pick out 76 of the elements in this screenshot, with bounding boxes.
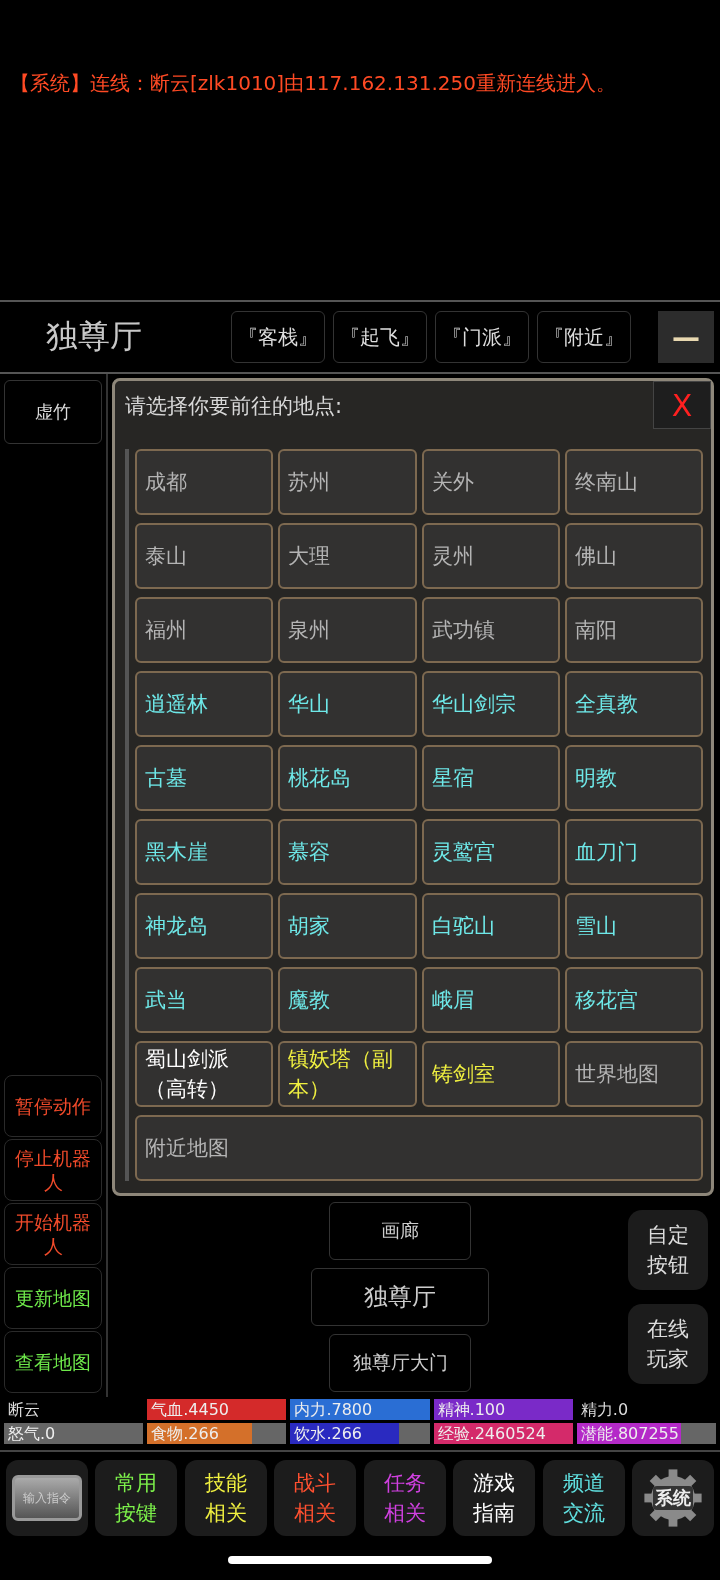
menu-button[interactable]: — bbox=[658, 311, 714, 363]
location-button[interactable]: 南阳 bbox=[564, 597, 703, 663]
action-button[interactable]: 更新地图 bbox=[4, 1267, 102, 1329]
shortcut-button[interactable]: 『起飞』 bbox=[333, 311, 427, 363]
exit-button[interactable]: 画廊 bbox=[329, 1202, 471, 1260]
location-button[interactable]: 华山剑宗 bbox=[421, 671, 560, 737]
location-button[interactable]: 星宿 bbox=[421, 745, 560, 811]
location-button[interactable]: 桃花岛 bbox=[278, 745, 417, 811]
location-button[interactable]: 古墓 bbox=[135, 745, 274, 811]
location-button[interactable]: 福州 bbox=[135, 597, 274, 663]
home-indicator[interactable] bbox=[228, 1556, 492, 1564]
location-button[interactable]: 华山 bbox=[278, 671, 417, 737]
room-title: 独尊厅 bbox=[45, 316, 143, 357]
action-button[interactable]: 查看地图 bbox=[4, 1331, 102, 1393]
shortcut-button[interactable]: 『门派』 bbox=[435, 311, 529, 363]
nav-button[interactable]: 频道 交流 bbox=[542, 1460, 625, 1536]
location-button[interactable]: 世界地图 bbox=[564, 1041, 703, 1107]
nav-button[interactable]: 任务 相关 bbox=[363, 1460, 446, 1536]
shortcut-button[interactable]: 『附近』 bbox=[537, 311, 631, 363]
nav-button[interactable]: 常用 按键 bbox=[95, 1460, 178, 1536]
location-button[interactable]: 铸剑室 bbox=[421, 1041, 560, 1107]
location-button[interactable]: 白驼山 bbox=[421, 893, 560, 959]
stat-bar: 食物.266 bbox=[147, 1423, 287, 1444]
scroll-bar[interactable] bbox=[125, 449, 129, 1181]
stat-bar: 怒气.0 bbox=[4, 1423, 144, 1444]
location-button[interactable]: 胡家 bbox=[278, 893, 417, 959]
location-button[interactable]: 魔教 bbox=[278, 967, 417, 1033]
action-button[interactable]: 暂停动作 bbox=[4, 1075, 102, 1137]
npc-button[interactable]: 虚竹 bbox=[4, 380, 102, 444]
location-button[interactable]: 灵鹫宫 bbox=[421, 819, 560, 885]
stat-label: 断云 bbox=[7, 1399, 41, 1420]
side-button[interactable]: 在线玩家 bbox=[628, 1304, 708, 1384]
stat-bar: 潜能.807255 bbox=[576, 1423, 716, 1444]
stat-bar: 内力.7800 bbox=[290, 1399, 430, 1420]
location-button[interactable]: 泰山 bbox=[135, 523, 274, 589]
dialog-title: 请选择你要前往的地点: bbox=[125, 393, 343, 420]
location-button[interactable]: 武功镇 bbox=[421, 597, 560, 663]
action-button[interactable]: 停止机器人 bbox=[4, 1139, 102, 1201]
location-button[interactable]: 黑木崖 bbox=[135, 819, 274, 885]
location-button[interactable]: 关外 bbox=[421, 449, 560, 515]
location-button[interactable]: 蜀山剑派（高转） bbox=[135, 1041, 274, 1107]
stat-bar: 气血.4450 bbox=[147, 1399, 287, 1420]
location-button[interactable]: 附近地图 bbox=[135, 1115, 703, 1181]
location-button[interactable]: 全真教 bbox=[564, 671, 703, 737]
nav-button[interactable]: 游戏 指南 bbox=[453, 1460, 536, 1536]
location-button[interactable]: 明教 bbox=[564, 745, 703, 811]
shortcut-button[interactable]: 『客栈』 bbox=[231, 311, 325, 363]
location-button[interactable]: 峨眉 bbox=[421, 967, 560, 1033]
nav-button[interactable]: 战斗 相关 bbox=[274, 1460, 357, 1536]
location-button[interactable]: 终南山 bbox=[564, 449, 703, 515]
close-button[interactable]: X bbox=[653, 381, 711, 429]
location-button[interactable]: 灵州 bbox=[421, 523, 560, 589]
location-button[interactable]: 移花宫 bbox=[564, 967, 703, 1033]
location-button[interactable]: 成都 bbox=[135, 449, 274, 515]
location-button[interactable]: 逍遥林 bbox=[135, 671, 274, 737]
location-button[interactable]: 慕容 bbox=[278, 819, 417, 885]
location-button[interactable]: 大理 bbox=[278, 523, 417, 589]
action-button[interactable]: 开始机器人 bbox=[4, 1203, 102, 1265]
system-button[interactable]: 系统 bbox=[631, 1460, 714, 1536]
location-button[interactable]: 血刀门 bbox=[564, 819, 703, 885]
location-button[interactable]: 神龙岛 bbox=[135, 893, 274, 959]
exit-button[interactable]: 独尊厅大门 bbox=[329, 1334, 471, 1392]
location-button[interactable]: 苏州 bbox=[278, 449, 417, 515]
location-button[interactable]: 泉州 bbox=[278, 597, 417, 663]
system-message: 【系统】连线：断云[zlk1010]由117.162.131.250重新连线进入。 bbox=[10, 70, 617, 97]
location-button[interactable]: 佛山 bbox=[564, 523, 703, 589]
location-button[interactable]: 武当 bbox=[135, 967, 274, 1033]
stat-bar: 精神.100 bbox=[433, 1399, 573, 1420]
side-button[interactable]: 自定按钮 bbox=[628, 1210, 708, 1290]
stat-bar: 经验.2460524 bbox=[433, 1423, 573, 1444]
exit-button[interactable]: 独尊厅 bbox=[311, 1268, 489, 1326]
stat-label: 精力.0 bbox=[579, 1399, 630, 1420]
stat-bar: 饮水.266 bbox=[290, 1423, 430, 1444]
location-button[interactable]: 镇妖塔（副本） bbox=[278, 1041, 417, 1107]
nav-button[interactable]: 技能 相关 bbox=[184, 1460, 267, 1536]
location-button[interactable]: 雪山 bbox=[564, 893, 703, 959]
